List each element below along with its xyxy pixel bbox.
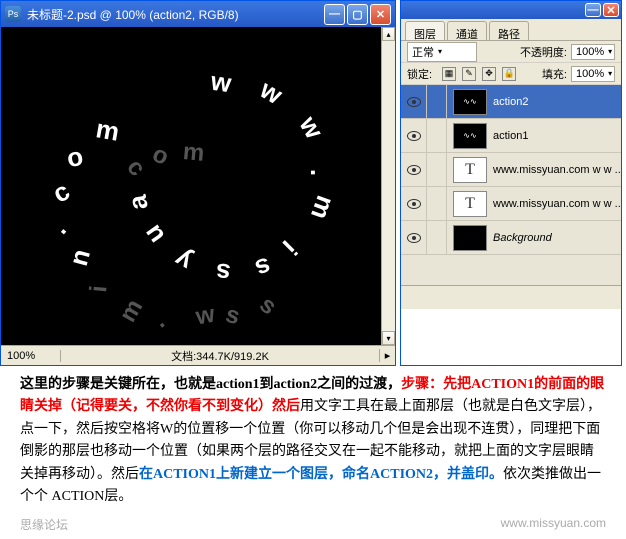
layer-name[interactable]: Background	[493, 232, 621, 244]
scroll-up-arrow[interactable]: ▴	[382, 27, 395, 41]
footer-right: www.missyuan.com	[501, 516, 606, 533]
instructions-text: 这里的步骤是关键所在，也就是action1到action2之间的过渡，步骤：先把…	[0, 366, 626, 516]
eye-icon	[407, 199, 421, 209]
layers-panel-window: — ✕ 图层 通道 路径 正常 不透明度: 100% 锁定: ▦ ✎ ✥	[400, 0, 622, 366]
scroll-track[interactable]	[382, 41, 395, 331]
maximize-button[interactable]: ▢	[347, 4, 368, 25]
layer-name[interactable]: action2	[493, 96, 621, 108]
layer-link-col[interactable]	[427, 85, 447, 119]
document-window: Ps 未标题-2.psd @ 100% (action2, RGB/8) — ▢…	[0, 0, 396, 366]
canvas[interactable]: w w w . m i s s y u a n . c o m	[1, 27, 381, 345]
panel-titlebar[interactable]: — ✕	[401, 1, 621, 19]
eye-icon	[407, 233, 421, 243]
layer-name[interactable]: www.missyuan.com w w ...	[493, 198, 621, 210]
visibility-toggle[interactable]	[401, 153, 427, 187]
layer-link-col[interactable]	[427, 119, 447, 153]
tab-channels[interactable]: 通道	[447, 21, 487, 40]
visibility-toggle[interactable]	[401, 187, 427, 221]
canvas-area: w w w . m i s s y u a n . c o m	[1, 27, 395, 345]
layer-link-col[interactable]	[427, 153, 447, 187]
document-title: 未标题-2.psd @ 100% (action2, RGB/8)	[27, 6, 324, 23]
layer-link-col[interactable]	[427, 187, 447, 221]
spiral-text-art: w w w . m i s s y u a n . c o m	[1, 27, 381, 345]
lock-transparency-icon[interactable]: ▦	[442, 67, 456, 81]
visibility-toggle[interactable]	[401, 119, 427, 153]
footer: 思缘论坛 www.missyuan.com	[0, 516, 626, 539]
layer-thumbnail[interactable]: T	[453, 157, 487, 183]
status-bar: 100% 文档:344.7K/919.2K ▸	[1, 345, 395, 365]
panel-close-button[interactable]: ✕	[603, 3, 619, 17]
footer-left: 思缘论坛	[20, 516, 68, 533]
lock-move-icon[interactable]: ✥	[482, 67, 496, 81]
eye-icon	[407, 97, 421, 107]
visibility-toggle[interactable]	[401, 85, 427, 119]
lock-paint-icon[interactable]: ✎	[462, 67, 476, 81]
eye-icon	[407, 131, 421, 141]
opacity-label: 不透明度:	[520, 44, 567, 60]
status-menu-arrow[interactable]: ▸	[379, 349, 395, 362]
app-icon: Ps	[5, 6, 21, 22]
layer-row[interactable]: ∿∿ action2	[401, 85, 621, 119]
vertical-scrollbar[interactable]: ▴ ▾	[381, 27, 395, 345]
zoom-level[interactable]: 100%	[1, 350, 61, 362]
layer-link-col[interactable]	[427, 221, 447, 255]
titlebar[interactable]: Ps 未标题-2.psd @ 100% (action2, RGB/8) — ▢…	[1, 1, 395, 27]
layer-name[interactable]: action1	[493, 130, 621, 142]
tab-paths[interactable]: 路径	[489, 21, 529, 40]
layer-row[interactable]: ∿∿ action1	[401, 119, 621, 153]
minimize-button[interactable]: —	[324, 4, 345, 25]
panel-bottom-bar	[401, 285, 621, 309]
visibility-toggle[interactable]	[401, 221, 427, 255]
layer-name[interactable]: www.missyuan.com w w ...	[493, 164, 621, 176]
fill-label: 填充:	[542, 66, 567, 82]
layer-thumbnail[interactable]: T	[453, 191, 487, 217]
scroll-down-arrow[interactable]: ▾	[382, 331, 395, 345]
layers-list: ∿∿ action2 ∿∿ action1 Twww.missyuan.com w w …	[401, 85, 621, 285]
document-info: 文档:344.7K/919.2K	[61, 348, 379, 364]
eye-icon	[407, 165, 421, 175]
fill-input[interactable]: 100%	[571, 66, 615, 82]
panel-tabs: 图层 通道 路径	[401, 19, 621, 41]
lock-all-icon[interactable]: 🔒	[502, 67, 516, 81]
opacity-input[interactable]: 100%	[571, 44, 615, 60]
layer-thumbnail[interactable]: ∿∿	[453, 89, 487, 115]
layer-row[interactable]: Background	[401, 221, 621, 255]
layer-thumbnail[interactable]	[453, 225, 487, 251]
lock-label: 锁定:	[407, 66, 432, 82]
tab-layers[interactable]: 图层	[405, 21, 445, 40]
layer-row[interactable]: Twww.missyuan.com w w ...	[401, 153, 621, 187]
close-button[interactable]: ✕	[370, 4, 391, 25]
layer-thumbnail[interactable]: ∿∿	[453, 123, 487, 149]
lock-icons: ▦ ✎ ✥ 🔒	[436, 67, 522, 81]
layer-row[interactable]: Twww.missyuan.com w w ...	[401, 187, 621, 221]
blend-mode-dropdown[interactable]: 正常	[407, 42, 477, 62]
panel-minimize-button[interactable]: —	[585, 3, 601, 17]
